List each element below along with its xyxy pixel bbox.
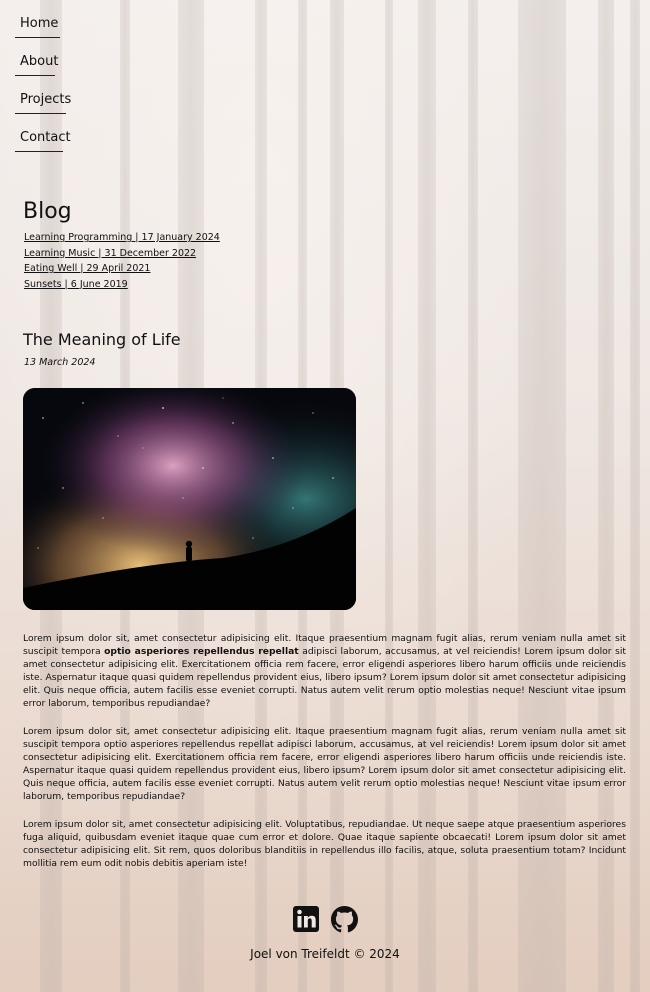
post-paragraph-3: Lorem ipsum dolor sit, amet consectetur …: [23, 819, 626, 869]
post-title: The Meaning of Life: [23, 330, 181, 349]
nav-about-link[interactable]: About: [15, 46, 58, 76]
nav-projects-link[interactable]: Projects: [15, 84, 71, 114]
main-nav: Home About Projects Contact: [15, 8, 71, 160]
blog-link-learning-music[interactable]: Learning Music | 31 December 2022: [24, 248, 220, 261]
post-body: Lorem ipsum dolor sit, amet consectetur …: [23, 632, 626, 885]
post-date: 13 March 2024: [24, 357, 96, 368]
linkedin-icon[interactable]: [292, 906, 319, 937]
blog-link-learning-programming[interactable]: Learning Programming | 17 January 2024: [24, 232, 220, 245]
blog-section: Blog Learning Programming | 17 January 2…: [23, 199, 220, 294]
social-links: [0, 906, 650, 937]
post-paragraph-1: Lorem ipsum dolor sit, amet consectetur …: [23, 633, 626, 709]
blog-post: The Meaning of Life 13 March 2024 Lorem …: [23, 330, 626, 869]
blog-heading: Blog: [23, 199, 72, 224]
post-paragraph-2: Lorem ipsum dolor sit, amet consectetur …: [23, 726, 626, 802]
blog-link-sunsets[interactable]: Sunsets | 6 June 2019: [24, 279, 220, 292]
blog-link-eating-well[interactable]: Eating Well | 29 April 2021: [24, 263, 220, 276]
github-icon[interactable]: [330, 906, 358, 937]
nav-contact-link[interactable]: Contact: [15, 122, 71, 152]
page-footer: Joel von Treifeldt © 2024: [0, 906, 650, 961]
copyright-text: Joel von Treifeldt © 2024: [250, 947, 400, 961]
nav-home-link[interactable]: Home: [15, 8, 60, 38]
post-hero-image: [23, 388, 356, 610]
